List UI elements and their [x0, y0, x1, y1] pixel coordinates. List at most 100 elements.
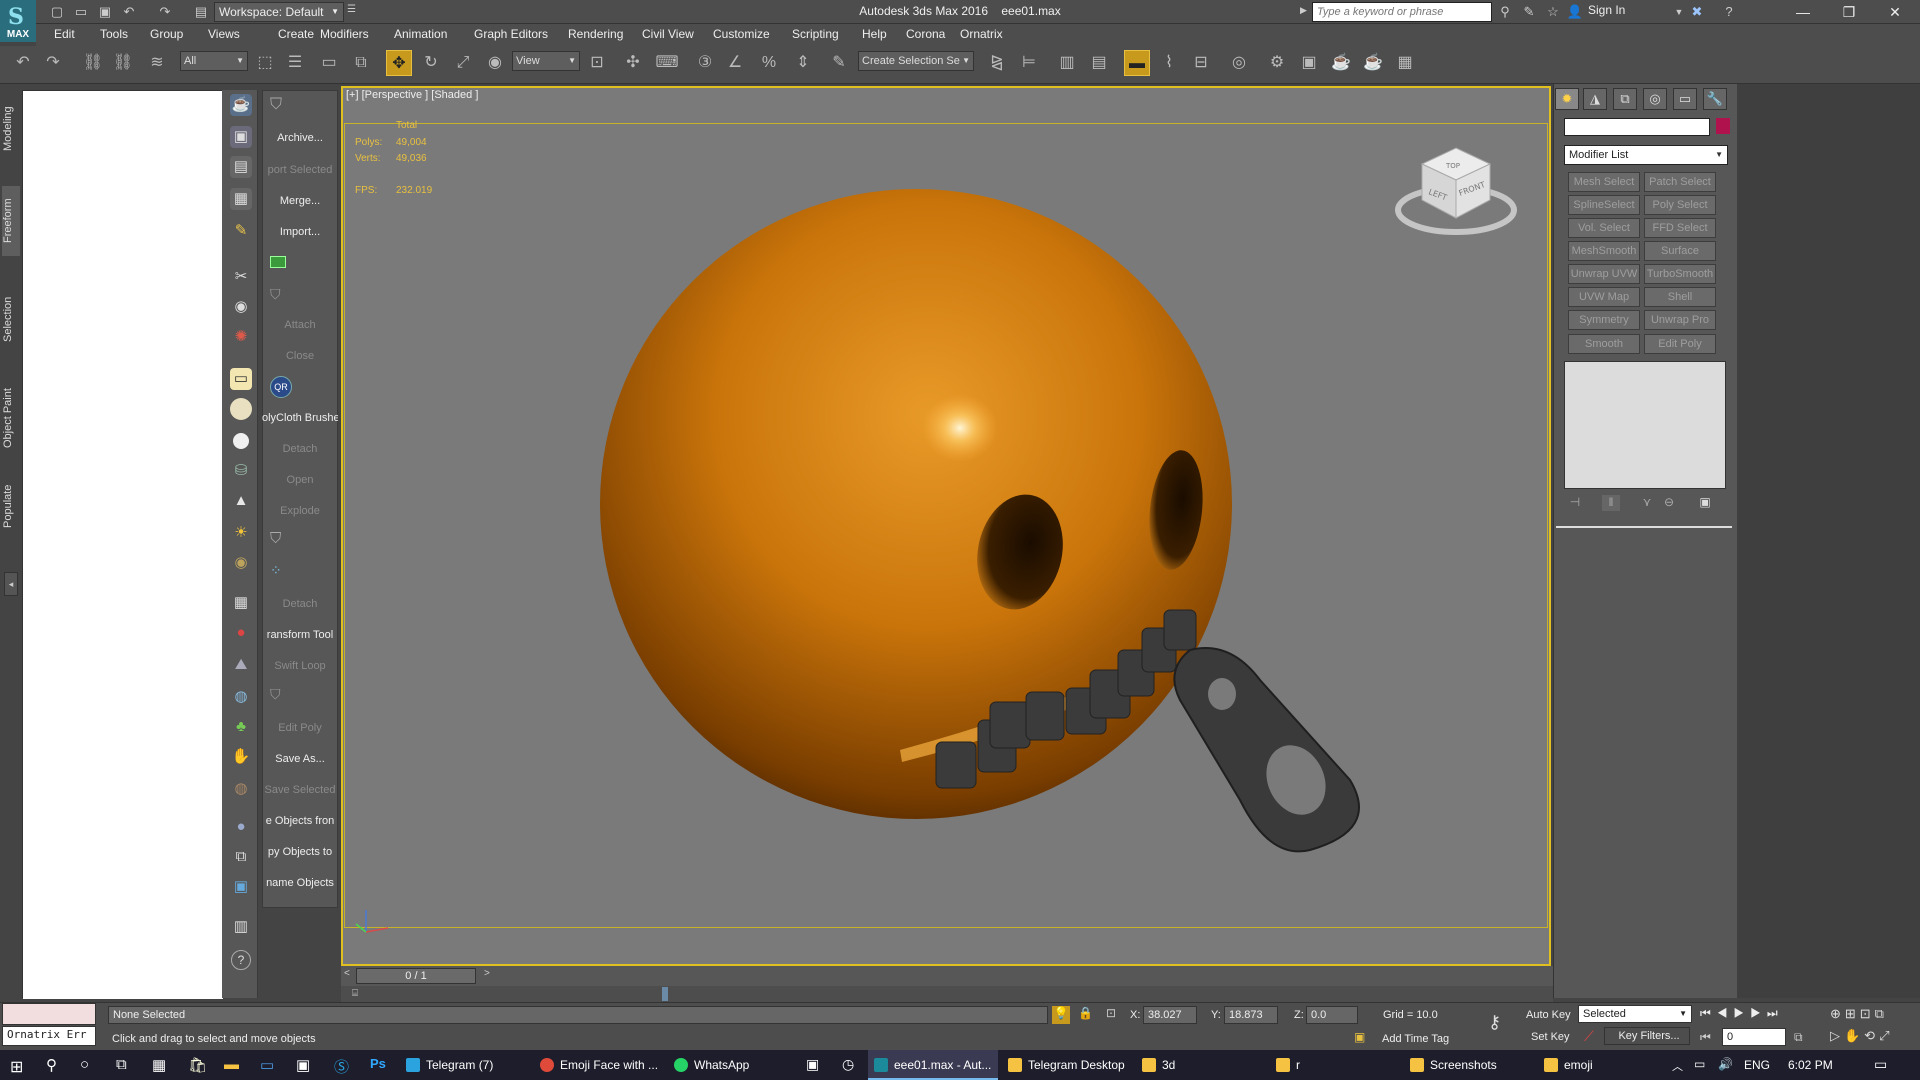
percent-snap-icon[interactable]: % — [756, 50, 782, 76]
taskbar-3dsmax[interactable]: eee01.max - Aut... — [868, 1050, 998, 1080]
pin-stack-icon[interactable]: ⊣ — [1566, 495, 1584, 511]
z-coordinate-field[interactable]: 0.0 — [1306, 1006, 1358, 1024]
ribbon-tab-freeform[interactable]: Freeform — [2, 186, 20, 256]
surface-select-button[interactable]: Surface Select — [1644, 241, 1716, 275]
table-icon[interactable]: ▦ — [230, 188, 252, 210]
edit-poly-modifier-button[interactable]: Edit Poly — [1644, 334, 1716, 354]
pivot-center-icon[interactable]: ⊡ — [584, 50, 610, 76]
globe-icon[interactable]: ◍ — [230, 686, 252, 708]
spinner-snap-icon[interactable]: ⇕ — [790, 50, 816, 76]
sphere-icon[interactable] — [233, 433, 249, 449]
target-icon[interactable]: ◉ — [230, 552, 252, 574]
rock-icon[interactable]: ◍ — [230, 778, 252, 800]
close-icon[interactable]: ✕ — [1872, 0, 1918, 24]
save-as-button[interactable]: Save As... — [262, 753, 338, 765]
taskbar-screenshots[interactable]: Screenshots — [1404, 1050, 1534, 1080]
taskbar-telegram-desktop[interactable]: Telegram Desktop — [1002, 1050, 1132, 1080]
selection-filter-dropdown[interactable]: All ▼ — [180, 51, 248, 71]
disc-icon[interactable] — [230, 398, 252, 420]
select-object-icon[interactable]: ⬚ — [252, 50, 278, 76]
select-by-name-icon[interactable]: ☰ — [282, 50, 308, 76]
menu-group[interactable]: Group — [150, 27, 183, 41]
bulb-icon[interactable]: ✎ — [230, 220, 252, 242]
ribbon-tab-modeling[interactable]: Modeling — [2, 100, 20, 158]
add-time-tag[interactable]: Add Time Tag — [1382, 1033, 1449, 1045]
schematic-view-icon[interactable]: ⊟ — [1188, 50, 1214, 76]
merge-button[interactable]: Merge... — [262, 195, 338, 207]
redo-icon[interactable]: ↷ — [40, 50, 66, 76]
ribbon-tab-populate[interactable]: Populate — [2, 478, 20, 534]
select-manipulate-icon[interactable]: ✣ — [620, 50, 646, 76]
app-logo-button[interactable]: S MAX — [0, 0, 36, 42]
network-icon[interactable]: ▭ — [1694, 1057, 1705, 1071]
snaps-toggle-icon[interactable]: ③ — [692, 50, 718, 76]
swift-loop-button[interactable]: Swift Loop — [262, 660, 338, 672]
user-icon[interactable]: 👤 — [1566, 3, 1584, 21]
skype-icon[interactable]: Ⓢ — [334, 1056, 349, 1077]
menu-modifiers[interactable]: Modifiers — [320, 27, 369, 41]
transform-tool-button[interactable]: ransform Tool — [262, 629, 338, 641]
utilities-tab-icon[interactable]: 🔧 — [1703, 88, 1727, 110]
link-icon[interactable]: ⛓ — [80, 50, 106, 76]
detach-group-button[interactable]: Detach — [262, 598, 338, 610]
menu-edit[interactable]: Edit — [54, 27, 75, 41]
menu-views[interactable]: Views — [208, 27, 240, 41]
viewport-nav-controls[interactable]: ⊕⊞⊡⧉ — [1830, 1006, 1888, 1022]
binoculars-icon[interactable]: ⚲ — [1496, 3, 1514, 21]
expand-search-icon[interactable]: ▶ — [1300, 5, 1307, 16]
hair-icon[interactable]: ✂ — [230, 266, 252, 288]
render-iterative-icon[interactable]: ☕ — [1360, 50, 1386, 76]
bind-spacewarp-icon[interactable]: ≋ — [144, 50, 170, 76]
cortana-icon[interactable]: ○ — [80, 1056, 89, 1073]
place-icon[interactable]: ◉ — [482, 50, 508, 76]
calendar-icon[interactable]: ▣ — [296, 1056, 310, 1074]
grid-icon[interactable]: ▦ — [230, 592, 252, 614]
vol-select-button[interactable]: Vol. Select — [1568, 218, 1640, 238]
ball-icon[interactable]: ● — [230, 622, 252, 644]
key-filters-button[interactable]: Key Filters... — [1604, 1027, 1690, 1045]
menu-ornatrix[interactable]: Ornatrix — [960, 27, 1003, 41]
taskbar-folder-r[interactable]: r — [1270, 1050, 1400, 1080]
taskbar-telegram[interactable]: Telegram (7) — [400, 1050, 530, 1080]
edit-named-selection-icon[interactable]: ✎ — [826, 50, 852, 76]
undo-icon[interactable]: ↶ — [10, 50, 36, 76]
grass-icon[interactable]: ♣ — [230, 716, 252, 738]
save-scene-icon[interactable]: ▣ — [230, 126, 252, 148]
mirror-icon[interactable]: ⧎ — [984, 50, 1010, 76]
subscription-icon[interactable]: ✎ — [1520, 3, 1538, 21]
detach-button[interactable]: Detach — [262, 443, 338, 455]
viewcube[interactable]: TOP LEFT FRONT — [1390, 138, 1520, 248]
object-color-swatch[interactable] — [1716, 118, 1730, 134]
water-sphere-icon[interactable]: ● — [230, 816, 252, 838]
restore-icon[interactable]: ❐ — [1826, 0, 1872, 24]
taskbar-whatsapp[interactable]: WhatsApp — [668, 1050, 798, 1080]
import-button[interactable]: Import... — [262, 226, 338, 238]
modifier-list-dropdown[interactable]: Modifier List ▼ — [1564, 145, 1728, 165]
viewport-label[interactable]: [+] [Perspective ] [Shaded ] — [346, 89, 478, 101]
sun-icon[interactable]: ☀ — [230, 522, 252, 544]
task-view-icon[interactable]: ⧉ — [116, 1056, 127, 1073]
store-icon[interactable]: 🛍 — [188, 1056, 207, 1074]
menu-tools[interactable]: Tools — [100, 27, 128, 41]
time-prev-icon[interactable]: < — [344, 968, 350, 979]
time-next-icon[interactable]: > — [484, 968, 490, 979]
time-tag-icon[interactable]: ▣ — [1354, 1030, 1365, 1044]
photoshop-icon[interactable]: Ps — [370, 1056, 386, 1071]
maxscript-mini-listener[interactable]: Ornatrix Err — [2, 1026, 96, 1046]
hierarchy-tab-icon[interactable]: ⧉ — [1613, 88, 1637, 110]
track-view-icon[interactable]: ⌸ — [352, 988, 368, 1000]
object-name-field[interactable] — [1564, 118, 1710, 136]
archive-button[interactable]: Archive... — [262, 132, 338, 144]
x-coordinate-field[interactable]: 38.027 — [1143, 1006, 1197, 1024]
reference-coordinate-dropdown[interactable]: View ▼ — [512, 51, 580, 71]
isolate-selection-icon[interactable]: 💡 — [1052, 1006, 1070, 1024]
keyboard-shortcut-icon[interactable]: ⌨ — [654, 50, 680, 76]
edit-poly-button[interactable]: Edit Poly — [262, 722, 338, 734]
configure-sets-icon[interactable]: ▣ — [1696, 495, 1714, 511]
time-slider-bar[interactable] — [341, 966, 1553, 986]
volume-icon[interactable]: 🔊 — [1718, 1057, 1733, 1071]
export-icon[interactable]: ▥ — [230, 916, 252, 938]
language-indicator[interactable]: ENG — [1744, 1058, 1770, 1072]
a360-render-icon[interactable]: ▦ — [1392, 50, 1418, 76]
ribbon-tab-selection[interactable]: Selection — [2, 288, 20, 350]
